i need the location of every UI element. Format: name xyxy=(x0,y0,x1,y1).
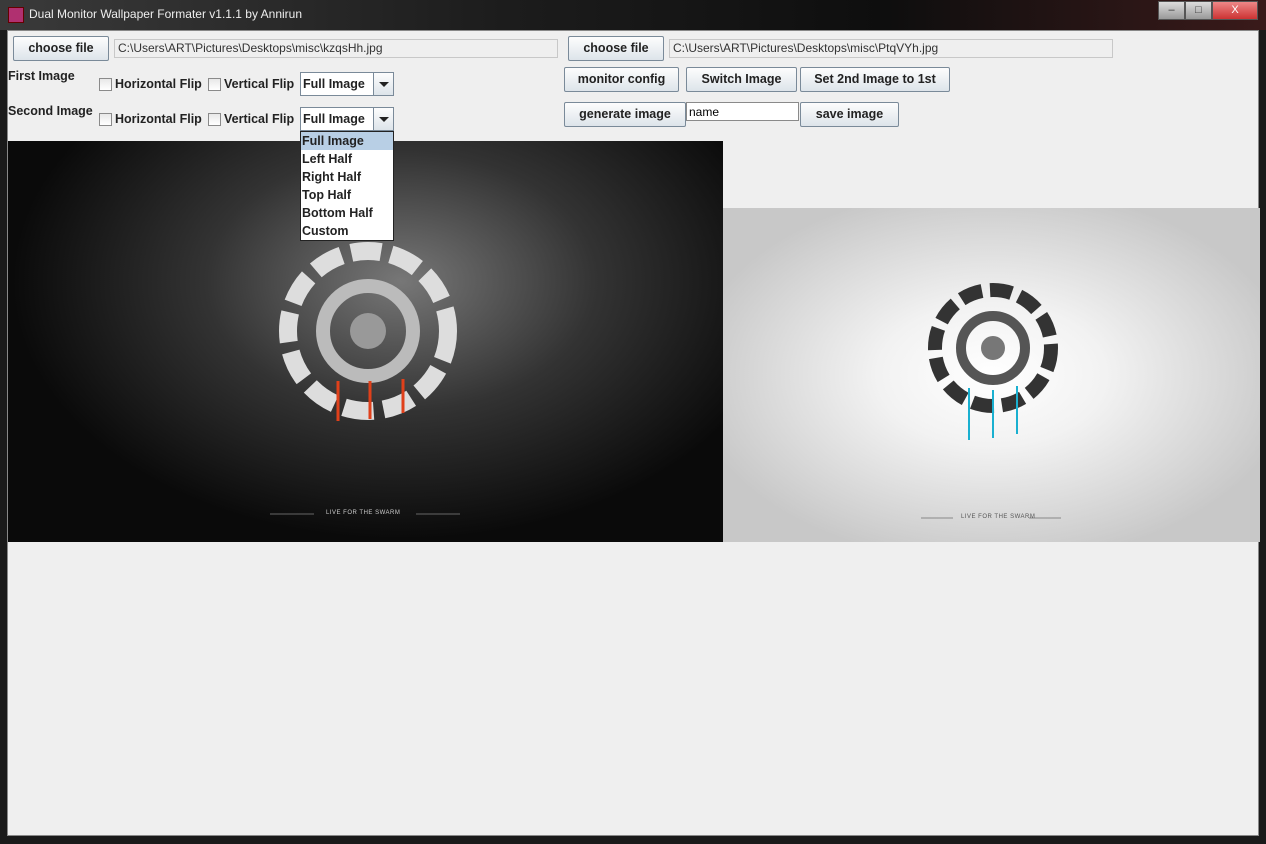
checkbox-icon xyxy=(208,77,221,91)
first-horizontal-flip-checkbox[interactable]: Horizontal Flip xyxy=(99,77,202,91)
select-value: Full Image xyxy=(303,112,365,126)
option-bottom-half[interactable]: Bottom Half xyxy=(301,204,393,222)
second-horizontal-flip-checkbox[interactable]: Horizontal Flip xyxy=(99,112,202,126)
checkbox-label: Horizontal Flip xyxy=(115,112,202,126)
chevron-down-icon[interactable] xyxy=(373,108,393,130)
checkbox-label: Vertical Flip xyxy=(224,112,295,126)
checkbox-icon xyxy=(99,112,112,126)
main-panel: choose file C:\Users\ART\Pictures\Deskto… xyxy=(7,30,1260,836)
checkbox-label: Vertical Flip xyxy=(224,77,295,91)
first-mode-select[interactable]: Full Image xyxy=(300,72,394,96)
preview-caption: LIVE FOR THE SWARM xyxy=(961,514,1036,520)
first-file-path[interactable]: C:\Users\ART\Pictures\Desktops\misc\kzqs… xyxy=(114,39,558,58)
choose-first-file-button[interactable]: choose file xyxy=(13,36,109,61)
minimize-button[interactable]: – xyxy=(1158,1,1185,20)
option-left-half[interactable]: Left Half xyxy=(301,150,393,168)
preview-caption: LIVE FOR THE SWARM xyxy=(326,510,401,516)
first-image-label: First Image xyxy=(8,69,75,83)
window-title: Dual Monitor Wallpaper Formater v1.1.1 b… xyxy=(29,7,303,21)
save-image-button[interactable]: save image xyxy=(800,102,899,127)
close-button[interactable]: X xyxy=(1212,1,1258,20)
app-icon xyxy=(8,7,24,23)
option-full-image[interactable]: Full Image xyxy=(301,132,393,150)
swarm-emblem-light xyxy=(921,283,1061,519)
checkbox-label: Horizontal Flip xyxy=(115,77,202,91)
chevron-down-icon[interactable] xyxy=(373,73,393,95)
monitor-config-button[interactable]: monitor config xyxy=(564,67,679,92)
maximize-button[interactable]: □ xyxy=(1185,1,1212,20)
generate-image-button[interactable]: generate image xyxy=(564,102,686,127)
second-mode-select[interactable]: Full Image xyxy=(300,107,394,131)
option-top-half[interactable]: Top Half xyxy=(301,186,393,204)
choose-second-file-button[interactable]: choose file xyxy=(568,36,664,61)
second-image-preview: LIVE FOR THE SWARM xyxy=(723,208,1260,542)
checkbox-icon xyxy=(99,77,112,91)
switch-image-button[interactable]: Switch Image xyxy=(686,67,797,92)
first-vertical-flip-checkbox[interactable]: Vertical Flip xyxy=(208,77,294,91)
option-custom[interactable]: Custom xyxy=(301,222,393,240)
set-2nd-to-1st-button[interactable]: Set 2nd Image to 1st xyxy=(800,67,950,92)
second-image-label: Second Image xyxy=(8,104,93,118)
output-name-input[interactable] xyxy=(686,102,799,121)
mode-dropdown-list: Full Image Left Half Right Half Top Half… xyxy=(300,131,394,241)
checkbox-icon xyxy=(208,112,221,126)
option-right-half[interactable]: Right Half xyxy=(301,168,393,186)
select-value: Full Image xyxy=(303,77,365,91)
second-file-path[interactable]: C:\Users\ART\Pictures\Desktops\misc\PtqV… xyxy=(669,39,1113,58)
title-bar: Dual Monitor Wallpaper Formater v1.1.1 b… xyxy=(0,0,1266,30)
second-vertical-flip-checkbox[interactable]: Vertical Flip xyxy=(208,112,294,126)
